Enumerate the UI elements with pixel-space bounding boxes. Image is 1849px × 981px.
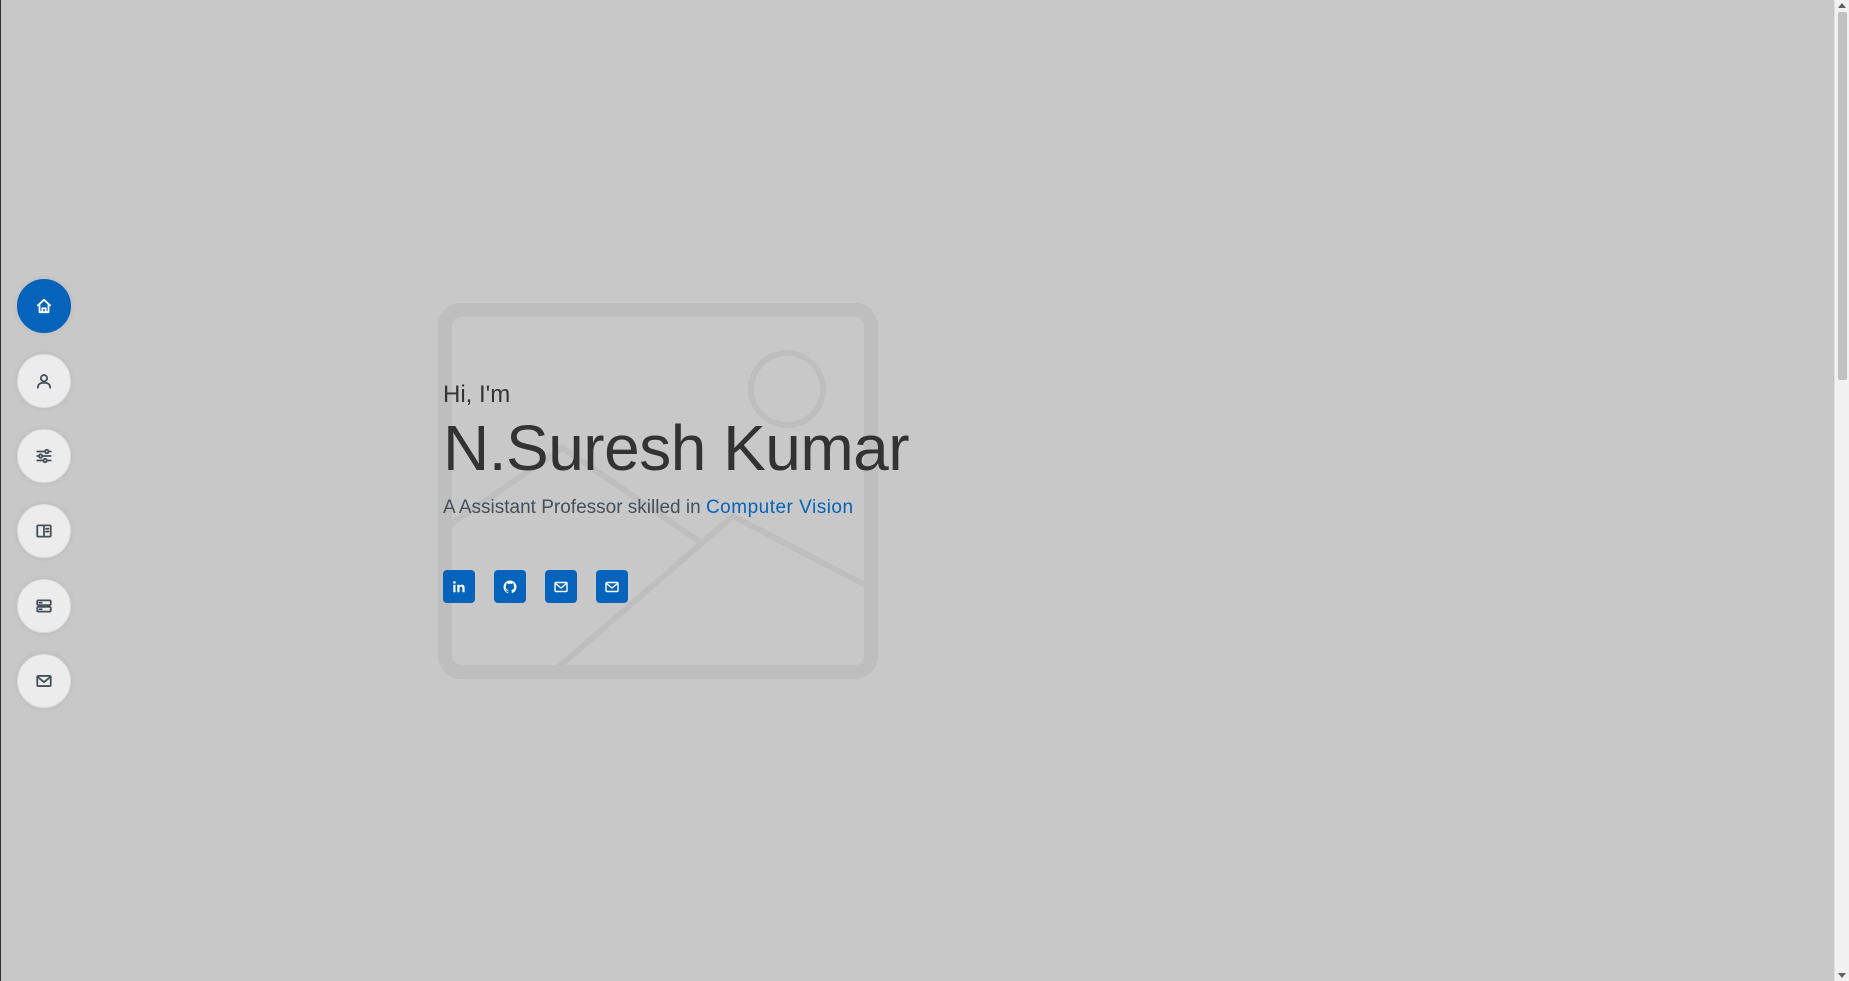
hero-tagline: A Assistant Professor skilled in Compute…: [443, 496, 909, 520]
social-links: [443, 570, 909, 603]
scrollbar-thumb[interactable]: [1838, 12, 1847, 380]
nav-services-button[interactable]: [17, 579, 71, 633]
hero-section: Hi, I'm N.Suresh Kumar A Assistant Profe…: [443, 380, 910, 603]
email-button[interactable]: [545, 570, 577, 603]
hero-skill: Computer Vision: [705, 497, 854, 518]
envelope-icon: [554, 581, 568, 592]
github-button[interactable]: [494, 570, 526, 603]
sliders-icon: [36, 448, 52, 464]
home-icon: [36, 298, 52, 314]
vertical-scrollbar[interactable]: [1834, 0, 1849, 981]
person-icon: [36, 374, 52, 389]
hero-greeting: Hi, I'm: [443, 381, 511, 408]
email-button-secondary[interactable]: [596, 570, 628, 603]
envelope-icon: [36, 675, 52, 687]
nav-home-button[interactable]: [17, 279, 71, 333]
book-icon: [36, 524, 52, 538]
side-navigation: [17, 279, 71, 708]
hero-tagline-prefix: A Assistant Professor skilled in: [443, 497, 706, 518]
nav-skills-button[interactable]: [17, 429, 71, 483]
linkedin-button[interactable]: [443, 570, 475, 603]
github-icon: [503, 580, 517, 593]
nav-contact-button[interactable]: [17, 654, 71, 708]
nav-about-button[interactable]: [17, 354, 71, 408]
server-icon: [36, 599, 52, 613]
scroll-up-arrow-icon[interactable]: [1838, 3, 1846, 8]
envelope-icon: [605, 581, 619, 592]
page: Hi, I'm N.Suresh Kumar A Assistant Profe…: [0, 0, 1849, 981]
linkedin-icon: [453, 580, 465, 592]
scroll-down-arrow-icon[interactable]: [1838, 973, 1846, 978]
hero-name: N.Suresh Kumar: [443, 412, 910, 484]
nav-resume-button[interactable]: [17, 504, 71, 558]
